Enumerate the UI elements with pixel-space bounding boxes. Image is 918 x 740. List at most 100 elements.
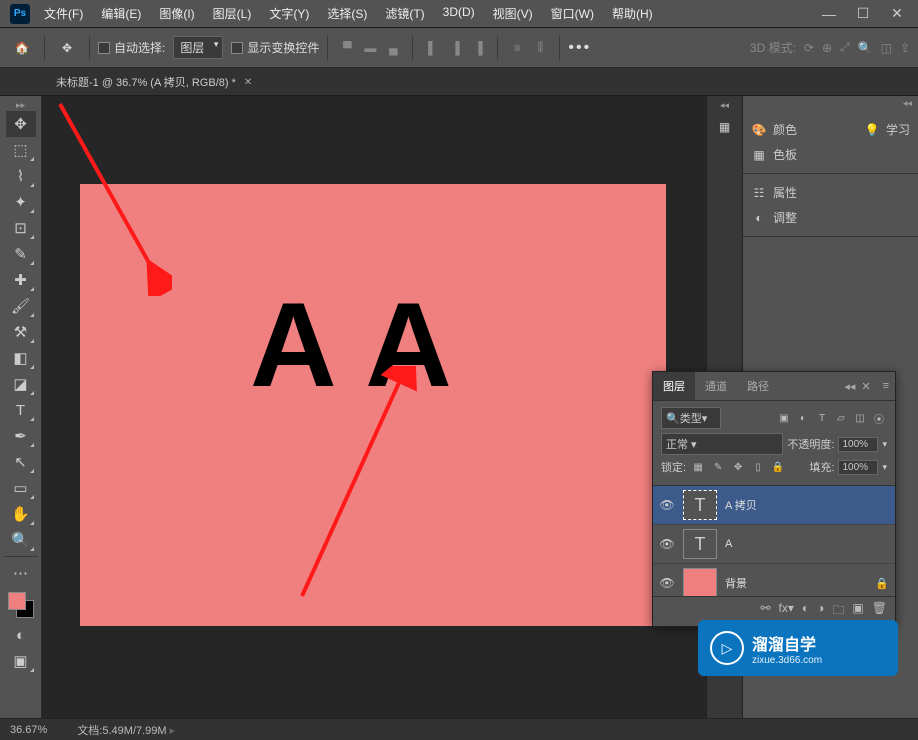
show-transform-checkbox[interactable]: 显示变换控件: [231, 39, 319, 56]
adjustments-panel-row[interactable]: ◐调整: [751, 205, 910, 230]
close-button[interactable]: ✕: [880, 4, 914, 24]
menu-type[interactable]: 文字(Y): [261, 1, 317, 26]
align-right-button[interactable]: ▐: [467, 37, 489, 59]
path-select-tool[interactable]: ↖: [6, 449, 36, 475]
channels-tab[interactable]: 通道: [695, 372, 737, 400]
home-button[interactable]: 🏠: [8, 34, 36, 62]
minimize-button[interactable]: —: [812, 4, 846, 24]
align-vcenter-button[interactable]: ▬: [359, 37, 381, 59]
filter-smart-icon[interactable]: ◫: [852, 410, 868, 426]
color-panel-row[interactable]: 🎨颜色 💡学习: [751, 117, 910, 142]
group-icon[interactable]: 🗀: [832, 601, 844, 622]
align-left-button[interactable]: ▌: [421, 37, 443, 59]
shape-tool[interactable]: ▭: [6, 475, 36, 501]
orbit-icon[interactable]: ⟳: [804, 41, 814, 55]
fill-input[interactable]: 100%: [838, 460, 878, 475]
tab-close-icon[interactable]: ✕: [244, 77, 252, 88]
swatches-panel-row[interactable]: ▦色板: [751, 142, 910, 167]
blend-mode-dropdown[interactable]: 正常 ▾: [661, 433, 783, 455]
layer-filter-dropdown[interactable]: 🔍 类型 ▾: [661, 407, 721, 429]
more-options-button[interactable]: •••: [568, 39, 591, 57]
adjustment-layer-icon[interactable]: ◑: [817, 601, 824, 622]
filter-shape-icon[interactable]: ▱: [833, 410, 849, 426]
zoom-tool[interactable]: 🔍: [6, 527, 36, 553]
zoom-level[interactable]: 36.67%: [10, 724, 47, 736]
auto-select-checkbox[interactable]: 自动选择:: [98, 39, 165, 56]
menu-help[interactable]: 帮助(H): [604, 1, 661, 26]
new-layer-icon[interactable]: ▣: [852, 601, 863, 622]
lasso-tool[interactable]: ⌇: [6, 163, 36, 189]
grid-icon[interactable]: ◫: [881, 41, 892, 55]
trash-icon[interactable]: 🗑: [872, 601, 887, 622]
quick-mask-button[interactable]: ◐: [6, 622, 36, 648]
opacity-input[interactable]: 100%: [838, 437, 878, 452]
distribute-v-button[interactable]: ≡: [506, 37, 528, 59]
filter-type-icon[interactable]: T: [814, 410, 830, 426]
menu-edit[interactable]: 编辑(E): [93, 1, 149, 26]
layer-name[interactable]: 背景: [725, 575, 747, 591]
lock-position-icon[interactable]: ✥: [730, 459, 746, 475]
zoom-icon[interactable]: ⤢: [840, 40, 850, 55]
auto-select-dropdown[interactable]: 图层: [173, 36, 223, 59]
panel-close-icon[interactable]: ✕: [861, 380, 870, 393]
visibility-toggle[interactable]: 👁: [659, 498, 675, 512]
move-tool-icon[interactable]: ✥: [53, 34, 81, 62]
panel-menu-icon[interactable]: ≡: [883, 380, 889, 393]
eyedropper-tool[interactable]: ✎: [6, 241, 36, 267]
crop-tool[interactable]: ⊡: [6, 215, 36, 241]
move-tool[interactable]: ✥: [6, 111, 36, 137]
lock-transparent-icon[interactable]: ▦: [690, 459, 706, 475]
menu-view[interactable]: 视图(V): [485, 1, 541, 26]
quick-select-tool[interactable]: ✦: [6, 189, 36, 215]
panel-collapse-icon[interactable]: ◂◂: [743, 96, 918, 111]
fx-icon[interactable]: fx▾: [779, 601, 794, 622]
menu-3d[interactable]: 3D(D): [435, 1, 483, 26]
layer-row[interactable]: 👁 T A: [653, 525, 895, 564]
menu-select[interactable]: 选择(S): [319, 1, 375, 26]
lock-artboard-icon[interactable]: ▯: [750, 459, 766, 475]
layer-name[interactable]: A: [725, 538, 732, 550]
menu-filter[interactable]: 滤镜(T): [377, 1, 432, 26]
align-bottom-button[interactable]: ▄: [382, 37, 404, 59]
eraser-tool[interactable]: ◧: [6, 345, 36, 371]
pan-icon[interactable]: ⊕: [822, 41, 832, 55]
filter-toggle-icon[interactable]: ⦿: [871, 410, 887, 426]
edit-toolbar-button[interactable]: ⋯: [6, 560, 36, 586]
menu-file[interactable]: 文件(F): [36, 1, 91, 26]
type-tool[interactable]: T: [6, 397, 36, 423]
brush-tool[interactable]: 🖌: [6, 293, 36, 319]
lock-all-icon[interactable]: 🔒: [770, 459, 786, 475]
pen-tool[interactable]: ✒: [6, 423, 36, 449]
layer-thumbnail[interactable]: T: [683, 490, 717, 520]
layers-tab[interactable]: 图层: [653, 372, 695, 400]
menu-image[interactable]: 图像(I): [151, 1, 202, 26]
filter-adjust-icon[interactable]: ◐: [795, 410, 811, 426]
dock-collapse-icon[interactable]: ◂◂: [707, 100, 742, 111]
paths-tab[interactable]: 路径: [737, 372, 779, 400]
maximize-button[interactable]: ☐: [846, 4, 880, 24]
layer-thumbnail[interactable]: [683, 568, 717, 596]
mask-icon[interactable]: ◐: [802, 601, 809, 622]
layer-row[interactable]: 👁 背景 🔒: [653, 564, 895, 596]
doc-info[interactable]: 文档:5.49M/7.99M ▸: [77, 722, 175, 738]
properties-panel-row[interactable]: ☷属性: [751, 180, 910, 205]
dock-histogram-icon[interactable]: ▦: [713, 115, 737, 139]
search-icon[interactable]: 🔍: [858, 41, 873, 55]
foreground-color-swatch[interactable]: [8, 592, 26, 610]
menu-layer[interactable]: 图层(L): [205, 1, 260, 26]
hand-tool[interactable]: ✋: [6, 501, 36, 527]
screen-mode-button[interactable]: ▣: [6, 648, 36, 674]
layer-name[interactable]: A 拷贝: [725, 497, 757, 513]
distribute-h-button[interactable]: ⫼: [529, 37, 551, 59]
visibility-toggle[interactable]: 👁: [659, 537, 675, 551]
healing-tool[interactable]: ✚: [6, 267, 36, 293]
panel-menu[interactable]: ◂◂✕≡: [838, 376, 895, 397]
stamp-tool[interactable]: ⚒: [6, 319, 36, 345]
document-tab[interactable]: 未标题-1 @ 36.7% (A 拷贝, RGB/8) * ✕: [46, 68, 262, 95]
layer-thumbnail[interactable]: T: [683, 529, 717, 559]
toolbar-collapse-icon[interactable]: ▸▸: [0, 100, 41, 111]
align-hcenter-button[interactable]: ▐: [444, 37, 466, 59]
marquee-tool[interactable]: ⬚: [6, 137, 36, 163]
share-icon[interactable]: ⇪: [900, 41, 910, 55]
menu-window[interactable]: 窗口(W): [543, 1, 602, 26]
